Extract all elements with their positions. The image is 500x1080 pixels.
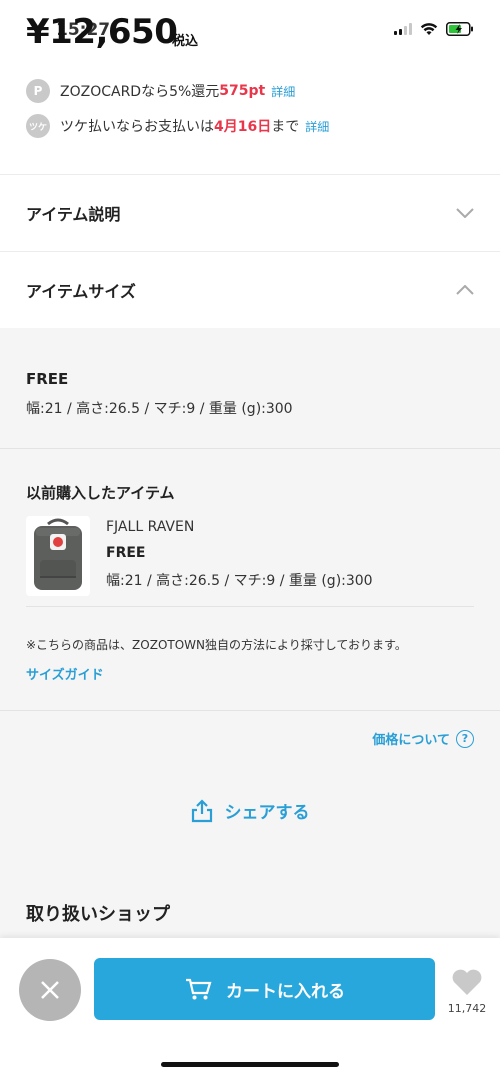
benefit-points: 575pt bbox=[219, 83, 266, 99]
divider bbox=[26, 606, 474, 607]
heart-icon bbox=[452, 969, 482, 995]
price-about-link[interactable]: 価格について ? bbox=[372, 729, 474, 748]
zozo-point-icon: P bbox=[26, 79, 50, 103]
cart-label: カートに入れる bbox=[226, 981, 345, 1002]
price-about-label: 価格について bbox=[372, 733, 450, 748]
cart-icon bbox=[186, 978, 212, 1000]
header: ¥12,650 税込 15:27 P ZOZOCARDなら5%還元 575pt … bbox=[0, 0, 500, 174]
wifi-icon bbox=[420, 23, 438, 35]
size-guide-link[interactable]: サイズガイド bbox=[26, 664, 104, 683]
divider bbox=[0, 710, 500, 711]
accordion-label: アイテム説明 bbox=[26, 205, 121, 224]
status-time: 15:27 bbox=[56, 20, 111, 40]
accordion-item-size[interactable]: アイテムサイズ bbox=[0, 251, 500, 328]
close-button[interactable] bbox=[19, 959, 81, 1021]
previous-item-brand: FJALL RAVEN bbox=[106, 519, 195, 535]
previous-item-size: FREE bbox=[106, 545, 146, 561]
share-button[interactable]: シェアする bbox=[0, 798, 500, 823]
benefit-detail-link[interactable]: 詳細 bbox=[305, 118, 329, 135]
accordion-label: アイテムサイズ bbox=[26, 282, 136, 301]
add-to-cart-button[interactable]: カートに入れる bbox=[94, 958, 435, 1020]
benefit-text-after: まで bbox=[271, 119, 300, 135]
benefit-text: ZOZOCARDなら5%還元 bbox=[60, 84, 220, 100]
favorite-button[interactable]: 11,742 bbox=[445, 968, 489, 1015]
share-icon bbox=[191, 798, 212, 822]
size-dimensions: 幅:21 / 高さ:26.5 / マチ:9 / 重量 (g):300 bbox=[26, 401, 293, 417]
previous-item-image[interactable] bbox=[26, 516, 90, 596]
tsuke-benefit: ツケ ツケ払いならお支払いは 4月16日 まで 詳細 bbox=[26, 114, 329, 138]
cellular-signal-icon bbox=[394, 23, 412, 35]
price-tax-label: 税込 bbox=[172, 34, 199, 49]
previous-item-dimensions: 幅:21 / 高さ:26.5 / マチ:9 / 重量 (g):300 bbox=[106, 573, 373, 589]
close-icon bbox=[41, 981, 59, 999]
benefit-text: ツケ払いならお支払いは bbox=[60, 119, 214, 135]
favorite-count: 11,742 bbox=[447, 1002, 487, 1015]
backpack-icon bbox=[26, 516, 90, 596]
zozocard-benefit: P ZOZOCARDなら5%還元 575pt 詳細 bbox=[26, 79, 295, 103]
home-indicator bbox=[161, 1062, 339, 1067]
tsuke-pay-icon: ツケ bbox=[26, 114, 50, 138]
bottom-action-bar: カートに入れる 11,742 bbox=[0, 938, 500, 1080]
size-info: FREE 幅:21 / 高さ:26.5 / マチ:9 / 重量 (g):300 bbox=[26, 370, 293, 418]
question-icon: ? bbox=[456, 729, 474, 748]
shop-section-title: 取り扱いショップ bbox=[26, 904, 170, 925]
measurement-note: ※こちらの商品は、ZOZOTOWN独自の方法により採寸しております。 bbox=[26, 638, 407, 652]
accordion-item-description[interactable]: アイテム説明 bbox=[0, 174, 500, 251]
chevron-up-icon bbox=[456, 285, 474, 295]
benefit-due-date: 4月16日 bbox=[214, 119, 272, 135]
divider bbox=[0, 448, 500, 449]
battery-charging-icon bbox=[446, 22, 473, 36]
benefit-detail-link[interactable]: 詳細 bbox=[271, 83, 295, 100]
share-label: シェアする bbox=[224, 803, 310, 823]
size-name: FREE bbox=[26, 370, 69, 388]
previous-purchase-title: 以前購入したアイテム bbox=[26, 484, 175, 502]
chevron-down-icon bbox=[456, 208, 474, 218]
size-panel bbox=[0, 328, 500, 938]
status-icons bbox=[394, 22, 474, 36]
